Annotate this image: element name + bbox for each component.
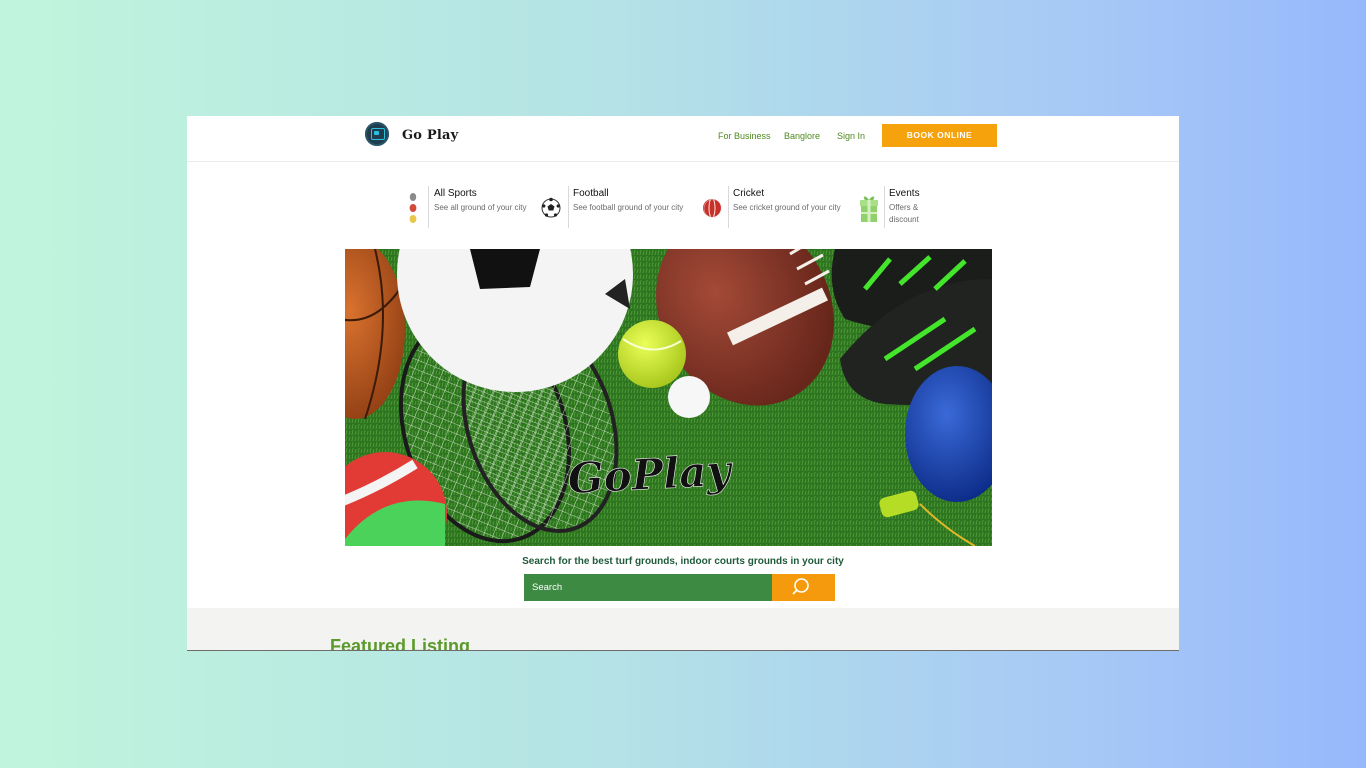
- category-cricket[interactable]: Cricket See cricket ground of your city: [702, 184, 847, 230]
- nav-sign-in[interactable]: Sign In: [837, 131, 865, 141]
- category-description: See all ground of your city: [434, 203, 527, 212]
- category-divider: [728, 186, 729, 228]
- featured-listing-section: Featured Listing: [187, 608, 1179, 651]
- webpage: Go Play For Business Banglore Sign In BO…: [187, 116, 1179, 651]
- search-caption: Search for the best turf grounds, indoor…: [522, 556, 844, 567]
- featured-listing-title: Featured Listing: [330, 636, 471, 651]
- gift-icon: [860, 196, 878, 222]
- category-description: See football ground of your city: [573, 203, 684, 212]
- sports-equipment-illustration: GoPlay: [345, 249, 992, 546]
- search-input[interactable]: Search: [524, 574, 772, 601]
- category-title: Football: [573, 188, 609, 199]
- nav-city[interactable]: Banglore: [784, 131, 820, 141]
- category-divider: [428, 186, 429, 228]
- category-all-sports[interactable]: All Sports See all ground of your city: [405, 184, 530, 230]
- cricket-ball-icon: [703, 199, 722, 218]
- brand-name[interactable]: Go Play: [402, 128, 458, 143]
- book-online-button[interactable]: BOOK ONLINE: [882, 124, 997, 147]
- category-football[interactable]: Football See football ground of your cit…: [541, 184, 691, 230]
- search-button[interactable]: [772, 574, 835, 601]
- site-header: Go Play For Business Banglore Sign In BO…: [187, 116, 1179, 162]
- category-description: Offers & discount: [889, 203, 919, 224]
- hero-logo-text: GoPlay: [567, 446, 735, 504]
- category-divider: [884, 186, 885, 228]
- nav-for-business[interactable]: For Business: [718, 131, 771, 141]
- traffic-dots-icon: [409, 193, 417, 223]
- search-icon: [792, 578, 809, 595]
- category-events[interactable]: Events Offers & discount: [859, 184, 934, 230]
- category-description: See cricket ground of your city: [733, 203, 841, 212]
- logo-icon[interactable]: [365, 122, 389, 146]
- category-title: All Sports: [434, 188, 477, 199]
- hero-banner: GoPlay: [345, 249, 992, 546]
- category-title: Cricket: [733, 188, 765, 199]
- football-icon: [541, 197, 561, 218]
- category-divider: [568, 186, 569, 228]
- category-title: Events: [889, 188, 920, 199]
